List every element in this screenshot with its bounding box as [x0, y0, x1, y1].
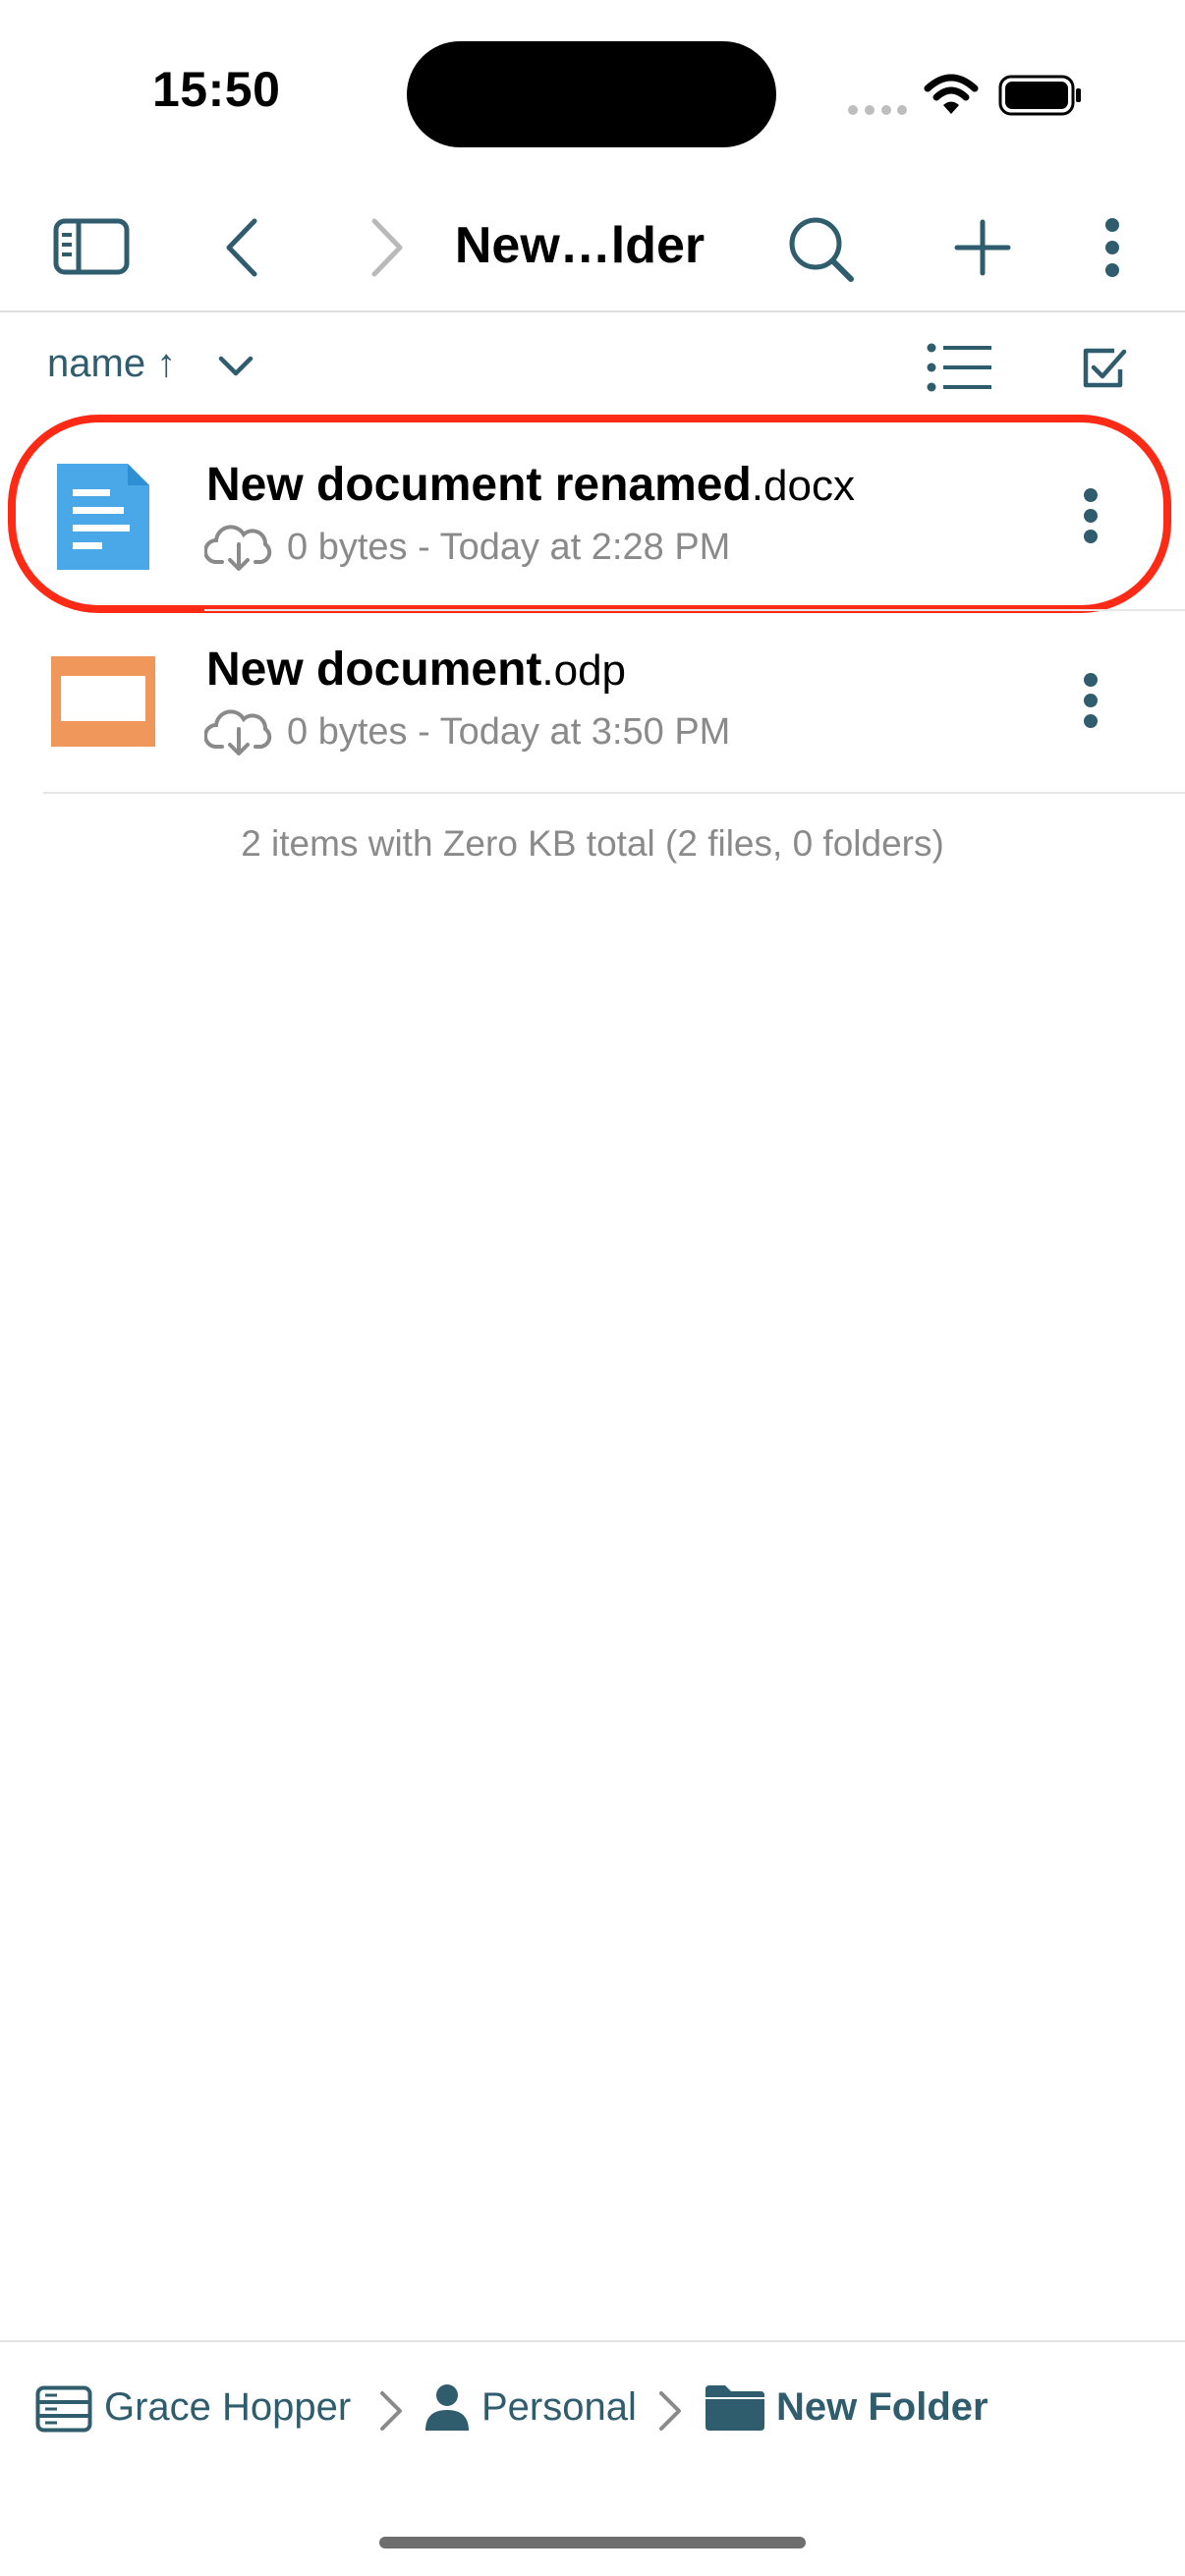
highlight-ring — [8, 415, 1171, 613]
file-row[interactable] — [0, 613, 1185, 790]
sort-label[interactable]: name ↑ — [47, 342, 176, 386]
toolbar-divider — [0, 310, 1185, 312]
folder-summary: 2 items with Zero KB total (2 files, 0 f… — [241, 823, 944, 864]
folder-icon — [705, 2385, 764, 2431]
person-icon — [425, 2384, 469, 2431]
cloud-download-icon — [204, 709, 272, 756]
breadcrumb-divider — [0, 2340, 1185, 2342]
file-more-icon[interactable] — [1079, 672, 1102, 729]
more-icon[interactable] — [1100, 216, 1124, 279]
dynamic-island — [407, 41, 776, 147]
home-indicator — [379, 2537, 806, 2548]
list-bottom-divider — [43, 792, 1185, 794]
row-divider — [204, 609, 1185, 611]
server-icon — [35, 2385, 92, 2433]
page-title: New…lder — [454, 217, 705, 274]
odp-file-icon — [51, 656, 155, 747]
cellular-signal-icon — [848, 105, 907, 115]
file-extension: .odp — [541, 646, 627, 695]
plus-icon[interactable] — [953, 218, 1012, 277]
chevron-right-icon — [380, 2391, 402, 2431]
back-icon[interactable] — [222, 216, 261, 279]
file-name-base: New document — [206, 644, 542, 696]
breadcrumb-item-grace-hopper[interactable]: Grace Hopper — [104, 2385, 351, 2430]
wifi-icon — [924, 74, 979, 114]
breadcrumb-item-new-folder[interactable]: New Folder — [776, 2385, 988, 2430]
list-view-icon[interactable] — [926, 342, 994, 393]
chevron-down-icon[interactable] — [218, 356, 254, 377]
battery-icon — [998, 75, 1081, 116]
file-meta: 0 bytes - Today at 3:50 PM — [287, 711, 731, 753]
status-time: 15:50 — [152, 62, 281, 117]
search-icon[interactable] — [786, 214, 857, 283]
select-checkbox-icon[interactable] — [1081, 344, 1128, 391]
breadcrumb-item-personal[interactable]: Personal — [481, 2385, 637, 2430]
chevron-right-icon — [659, 2391, 681, 2431]
file-name: New document.odp — [206, 643, 626, 697]
forward-icon[interactable] — [367, 216, 407, 279]
sidebar-icon[interactable] — [53, 218, 130, 275]
